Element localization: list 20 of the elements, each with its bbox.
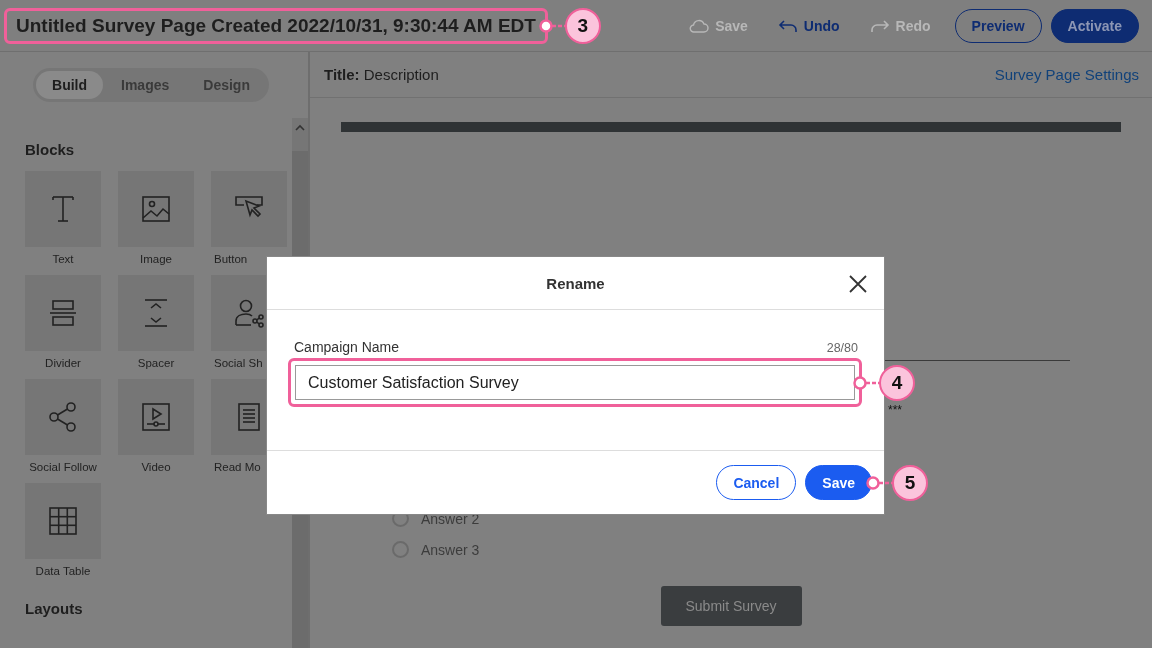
page-title: Untitled Survey Page Created 2022/10/31, 9:30:44 AM EDT — [16, 14, 536, 37]
block-label: Text — [52, 253, 74, 265]
section-heading: Layouts — [25, 600, 84, 617]
section-heading: Blocks — [25, 141, 76, 158]
character-counter: 28/80 — [826, 341, 858, 355]
block-label: Video — [141, 461, 171, 473]
block-label: Button — [213, 253, 248, 265]
callout-number: 3 — [564, 7, 601, 44]
block-label: Data Table — [35, 565, 91, 577]
block-label: Social Follow — [29, 461, 97, 473]
block-label: Social Sh — [213, 357, 263, 369]
block-label: Divider — [45, 357, 81, 369]
dialog-title: Rename — [546, 274, 605, 292]
block-label: Image — [140, 253, 172, 265]
block-label: Read Mo — [213, 461, 261, 473]
block-label: Spacer — [137, 357, 175, 369]
answer-label: Answer 3 — [421, 541, 480, 558]
content-title: Title: Description — [324, 66, 439, 83]
field-label: Campaign Name — [294, 339, 400, 355]
required-mark: *** — [888, 403, 903, 417]
